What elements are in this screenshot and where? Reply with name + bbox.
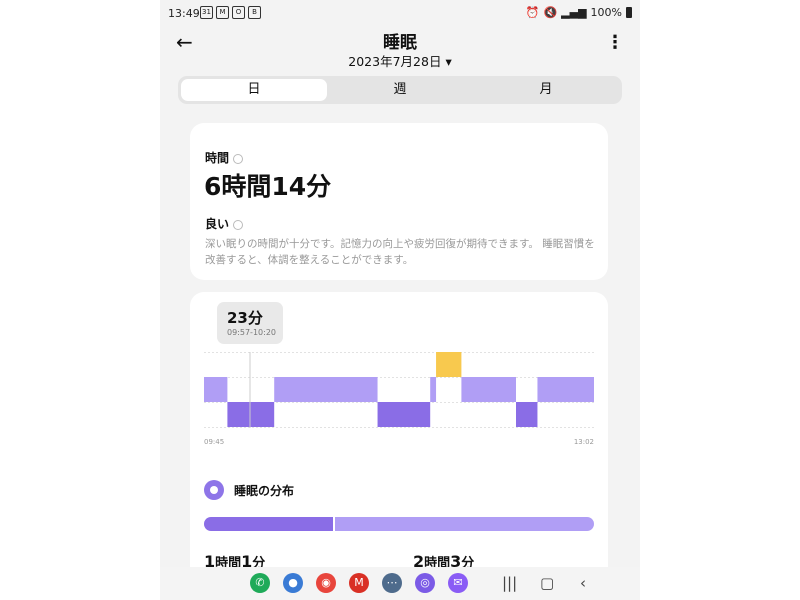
stat-hours-unit: 時間	[424, 556, 451, 567]
phone-screen: 13:49 31 M O B ⏰ 🔇 ▂▄▆ 100% ← 睡眠 2023年7月…	[160, 0, 640, 567]
sleep-stage-bar-awake[interactable]	[436, 352, 462, 377]
sleep-stages-card: 23分 09:57-10:20 09:45 13:02 睡眠の分布 1時間1分 …	[190, 292, 608, 567]
distribution-light-segment	[332, 517, 594, 531]
mute-icon: 🔇	[543, 6, 558, 19]
messenger-app-icon[interactable]: ✉	[448, 573, 468, 593]
back-button[interactable]: ‹	[580, 574, 586, 592]
chart-tooltip: 23分 09:57-10:20	[217, 302, 283, 344]
home-button[interactable]: ▢	[540, 574, 554, 592]
light-sleep-stat: 2時間3分	[413, 552, 474, 567]
deep-sleep-stat: 1時間1分	[204, 552, 265, 567]
tab-day[interactable]: 日	[181, 79, 327, 101]
x-axis-end: 13:02	[573, 438, 594, 446]
status-right: ⏰ 🔇 ▂▄▆ 100%	[526, 6, 632, 19]
distribution-deep-segment	[204, 517, 333, 531]
battery-icon	[626, 7, 632, 18]
chrome-app-icon[interactable]: ◉	[316, 573, 336, 593]
sleep-duration: 6時間14分	[204, 172, 332, 201]
quality-heading: 良い	[205, 215, 244, 232]
sleep-stage-bar-deep[interactable]	[516, 402, 538, 427]
distribution-bar	[204, 517, 594, 531]
stat-minutes-unit: 分	[461, 556, 475, 567]
stat-minutes-unit: 分	[252, 556, 266, 567]
more-options-icon[interactable]: ⋮	[606, 32, 624, 53]
sleep-summary-card: 時間 6時間14分 良い 深い眠りの時間が十分です。記憶力の向上や疲労回復が期待…	[190, 123, 608, 280]
pie-chart-icon	[204, 480, 224, 500]
quality-label: 良い	[205, 217, 230, 231]
gmail-icon: M	[216, 6, 229, 19]
info-icon[interactable]	[233, 153, 244, 164]
stat-hours: 2	[413, 552, 425, 567]
sleep-stage-chart[interactable]	[204, 352, 594, 428]
sleep-stage-bar-light[interactable]	[204, 377, 228, 402]
phone-app-icon[interactable]: ✆	[250, 573, 270, 593]
stat-minutes: 1	[241, 552, 253, 567]
tooltip-range: 09:57-10:20	[227, 328, 276, 337]
page-title: 睡眠	[383, 33, 417, 53]
stat-minutes: 3	[450, 552, 462, 567]
sleep-description: 深い眠りの時間が十分です。記憶力の向上や疲労回復が期待できます。 睡眠習慣を改善…	[205, 238, 595, 266]
distribution-title: 睡眠の分布	[234, 484, 295, 498]
battery-percent: 100%	[590, 6, 622, 19]
alarm-icon: ⏰	[525, 6, 540, 19]
date-label: 2023年7月28日	[348, 54, 442, 69]
chevron-down-icon: ▾	[445, 54, 452, 69]
sleep-stage-bar-deep[interactable]	[227, 402, 275, 427]
stat-hours-unit: 時間	[215, 556, 242, 567]
info-icon[interactable]	[233, 219, 244, 230]
notification-icon: O	[232, 6, 245, 19]
time-label: 時間	[205, 151, 230, 165]
apps-app-icon[interactable]: ⋯	[382, 573, 402, 593]
status-bar: 13:49 31 M O B ⏰ 🔇 ▂▄▆ 100%	[160, 0, 640, 28]
sleep-stage-bar-light[interactable]	[537, 377, 594, 402]
x-axis-start: 09:45	[204, 438, 225, 446]
period-tabs: 日 週 月	[178, 76, 622, 104]
date-selector[interactable]: 2023年7月28日 ▾	[160, 51, 640, 70]
status-time: 13:49	[168, 7, 200, 20]
bluetooth-icon: B	[248, 6, 261, 19]
sleep-stage-bar-light[interactable]	[430, 377, 437, 402]
camera-app-icon[interactable]: ◎	[415, 573, 435, 593]
app-header: ← 睡眠 2023年7月28日 ▾ ⋮	[160, 28, 640, 74]
tooltip-value: 23分	[227, 309, 263, 327]
tab-week[interactable]: 週	[327, 79, 473, 101]
signal-icon: ▂▄▆	[561, 6, 587, 19]
sleep-stage-bar-light[interactable]	[274, 377, 378, 402]
stat-hours: 1	[204, 552, 216, 567]
messages-app-icon[interactable]: ●	[283, 573, 303, 593]
sleep-stage-bar-light[interactable]	[461, 377, 516, 402]
recent-apps-button[interactable]: |||	[502, 574, 517, 592]
calendar-icon: 31	[200, 6, 213, 19]
navigation-bar: ||| ▢ ‹ ✆ ● ◉ M ⋯ ◎ ✉	[160, 567, 640, 600]
status-notification-icons: 31 M O B	[200, 6, 261, 19]
time-heading: 時間	[205, 149, 244, 166]
gmail-app-icon[interactable]: M	[349, 573, 369, 593]
sleep-stage-bar-deep[interactable]	[377, 402, 431, 427]
tab-month[interactable]: 月	[473, 79, 619, 101]
